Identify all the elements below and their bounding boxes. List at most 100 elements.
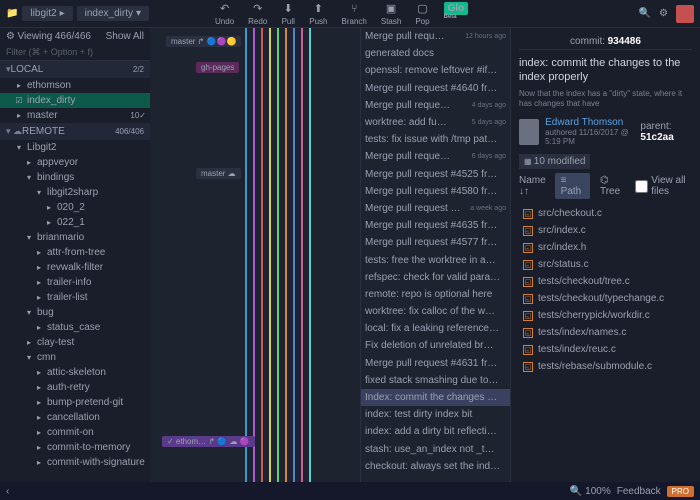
show-all-link[interactable]: Show All	[106, 31, 144, 42]
pop-button[interactable]: ▢Pop	[409, 0, 435, 28]
author-name[interactable]: Edward Thomson	[545, 117, 634, 128]
commit-row[interactable]: Fix deletion of unrelated br…	[361, 337, 510, 354]
commit-row[interactable]: openssl: remove leftover #if…	[361, 62, 510, 79]
settings-icon[interactable]: ⚙	[659, 8, 668, 19]
tree-item[interactable]: ▸auth-retry	[0, 380, 150, 395]
commit-row[interactable]: tests: free the worktree in a…	[361, 251, 510, 268]
view-all-checkbox[interactable]: View all files	[635, 175, 692, 197]
tree-item[interactable]: ▸cancellation	[0, 410, 150, 425]
commit-row[interactable]: remote: repo is optional here	[361, 286, 510, 303]
tree-item[interactable]: ▸bump-pretend-git	[0, 395, 150, 410]
branch-label[interactable]: ✓ ethom… ↱ 🔵 ☁ 🟣	[162, 436, 255, 447]
commit-row[interactable]: index: add a dirty bit reflecti…	[361, 423, 510, 440]
redo-button[interactable]: ↷Redo	[242, 0, 273, 28]
tree-item[interactable]: ▸revwalk-filter	[0, 260, 150, 275]
commit-row[interactable]: checkout: always set the ind…	[361, 458, 510, 475]
author-block: Edward Thomson authored 11/16/2017 @ 5:1…	[519, 117, 692, 146]
pro-badge[interactable]: PRO	[667, 486, 694, 497]
branch-label[interactable]: master ↱ 🔵🟣🟡	[166, 36, 241, 47]
undo-button[interactable]: ↶Undo	[209, 0, 240, 28]
push-button[interactable]: ⬆Push	[303, 0, 333, 28]
detail-header: commit: 934486	[519, 34, 692, 50]
tree-item[interactable]: ▸ethomson	[0, 78, 150, 93]
stash-button[interactable]: ▣Stash	[375, 0, 407, 28]
file-row[interactable]: ◱src/index.c	[519, 222, 692, 239]
glo-button[interactable]: GloBeta	[438, 0, 475, 28]
file-row[interactable]: ◱tests/checkout/typechange.c	[519, 290, 692, 307]
user-avatar[interactable]	[676, 5, 694, 23]
remote-section[interactable]: ▾ ☁ REMOTE406/406	[0, 123, 150, 140]
commit-row[interactable]: Merge pull reque…6 days ago	[361, 148, 510, 165]
tree-item[interactable]: ▾bindings	[0, 170, 150, 185]
file-modified-icon: ◱	[523, 277, 533, 287]
commit-row[interactable]: Merge pull request #4577 fr…	[361, 234, 510, 251]
commit-row[interactable]: tests: fix issue with /tmp pat…	[361, 131, 510, 148]
file-row[interactable]: ◱tests/index/reuc.c	[519, 341, 692, 358]
tree-item[interactable]: ▾libgit2sharp	[0, 185, 150, 200]
tree-item[interactable]: ☑index_dirty	[0, 93, 150, 108]
commit-detail: commit: 934486 index: commit the changes…	[510, 28, 700, 482]
pull-button[interactable]: ⬇Pull	[275, 0, 301, 28]
tree-item[interactable]: ▸trailer-info	[0, 275, 150, 290]
search-icon[interactable]: 🔍	[639, 8, 651, 19]
commit-row[interactable]: Merge pull request #4640 fr…	[361, 80, 510, 97]
tree-item[interactable]: ▸appveyor	[0, 155, 150, 170]
branch-label[interactable]: gh-pages	[196, 62, 239, 73]
file-row[interactable]: ◱src/checkout.c	[519, 205, 692, 222]
file-row[interactable]: ◱tests/index/names.c	[519, 324, 692, 341]
tree-item[interactable]: ▾Libgit2	[0, 140, 150, 155]
branch-button[interactable]: ⑂Branch	[336, 0, 373, 28]
commit-row[interactable]: fixed stack smashing due to…	[361, 372, 510, 389]
commit-row[interactable]: Merge pull request #4631 fr…	[361, 355, 510, 372]
tree-item[interactable]: ▸master10✓	[0, 108, 150, 123]
tree-item[interactable]: ▸022_1	[0, 215, 150, 230]
parent-commit[interactable]: parent: 51c2aa	[640, 121, 692, 143]
commit-row[interactable]: worktree: fix calloc of the w…	[361, 303, 510, 320]
commit-description: Now that the index has a "dirty" state, …	[519, 89, 692, 110]
branch-crumb[interactable]: index_dirty▾	[77, 6, 149, 21]
tree-item[interactable]: ▸commit-with-signature	[0, 455, 150, 470]
repo-crumb[interactable]: libgit2▸	[22, 6, 72, 21]
commit-row[interactable]: Merge pull request …a week ago	[361, 200, 510, 217]
commit-row[interactable]: Merge pull request #4525 fr…	[361, 166, 510, 183]
tab-path[interactable]: ≡ Path	[555, 173, 590, 199]
tree-item[interactable]: ▸clay-test	[0, 335, 150, 350]
tree-item[interactable]: ▸commit-on	[0, 425, 150, 440]
commit-row[interactable]: Merge pull requ…12 hours ago	[361, 28, 510, 45]
tab-tree[interactable]: ⌬ Tree	[594, 173, 631, 199]
filter-input[interactable]: Filter (⌘ + Option + f)	[0, 45, 150, 61]
commit-row[interactable]: refspec: check for valid para…	[361, 269, 510, 286]
tree-item[interactable]: ▾bug	[0, 305, 150, 320]
commit-row[interactable]: generated docs	[361, 45, 510, 62]
file-row[interactable]: ◱tests/checkout/tree.c	[519, 273, 692, 290]
branch-label[interactable]: master ☁	[196, 168, 241, 179]
tree-item[interactable]: ▸020_2	[0, 200, 150, 215]
tree-item[interactable]: ▸attr-from-tree	[0, 245, 150, 260]
chevron-left-icon[interactable]: ‹	[6, 486, 9, 497]
tree-item[interactable]: ▾cmn	[0, 350, 150, 365]
zoom-level[interactable]: 🔍 100%	[570, 486, 611, 497]
commit-graph[interactable]: master ↱ 🔵🟣🟡 gh-pages master ☁ ✓ ethom… ↱ 🔵…	[150, 28, 360, 482]
file-row[interactable]: ◱src/status.c	[519, 256, 692, 273]
redo-icon: ↷	[251, 2, 265, 16]
commit-row[interactable]: Merge pull request #4580 fr…	[361, 183, 510, 200]
tree-item[interactable]: ▸commit-to-memory	[0, 440, 150, 455]
file-row[interactable]: ◱src/index.h	[519, 239, 692, 256]
commit-row[interactable]: Merge pull request #4635 fr…	[361, 217, 510, 234]
commit-row[interactable]: Index: commit the changes …	[361, 389, 510, 406]
file-row[interactable]: ◱tests/rebase/submodule.c	[519, 358, 692, 375]
name-column[interactable]: Name ↓↑	[519, 175, 551, 197]
commit-row[interactable]: local: fix a leaking reference…	[361, 320, 510, 337]
local-section[interactable]: ▾ LOCAL2/2	[0, 61, 150, 78]
commit-row[interactable]: stash: use_an_index not _t…	[361, 441, 510, 458]
commit-row[interactable]: index: test dirty index bit	[361, 406, 510, 423]
feedback-link[interactable]: Feedback	[617, 486, 661, 497]
tree-item[interactable]: ▸status_case	[0, 320, 150, 335]
undo-icon: ↶	[218, 2, 232, 16]
commit-row[interactable]: Merge pull reque…4 days ago	[361, 97, 510, 114]
file-row[interactable]: ◱tests/cherrypick/workdir.c	[519, 307, 692, 324]
tree-item[interactable]: ▾brianmario	[0, 230, 150, 245]
commit-row[interactable]: worktree: add fu…5 days ago	[361, 114, 510, 131]
tree-item[interactable]: ▸trailer-list	[0, 290, 150, 305]
tree-item[interactable]: ▸attic-skeleton	[0, 365, 150, 380]
